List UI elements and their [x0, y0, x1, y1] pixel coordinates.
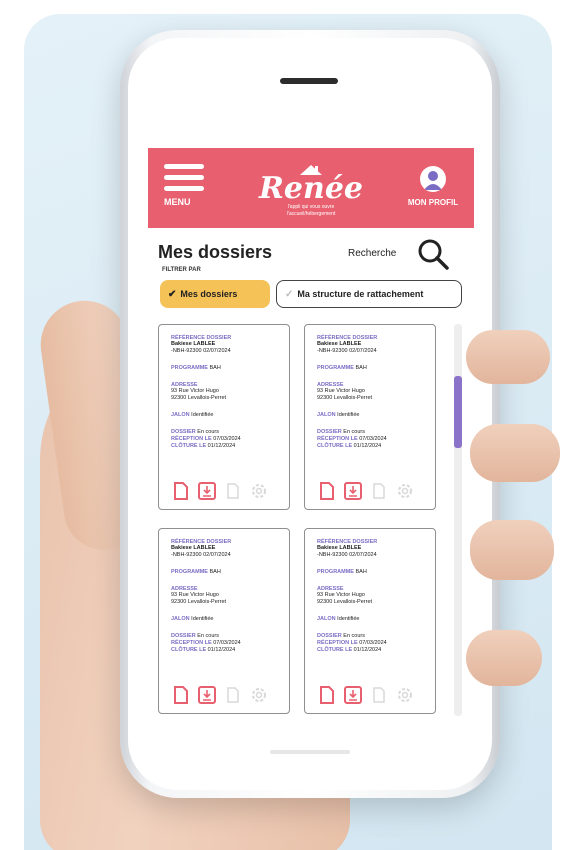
- house-icon: [298, 162, 324, 175]
- dossier-card[interactable]: RÉFÉRENCE DOSSIER Bakiese LABLEE -NBH-92…: [304, 528, 436, 714]
- card-ref: -NBH-92300 02/07/2024: [171, 552, 231, 558]
- download-icon[interactable]: [197, 481, 217, 501]
- card-address: ADRESSE 93 Rue Victor Hugo 92300 Levallo…: [317, 382, 373, 401]
- dossier-card[interactable]: RÉFÉRENCE DOSSIER Bakiese LABLEE -NBH-92…: [158, 528, 290, 714]
- hamburger-icon-bar: [164, 175, 204, 180]
- filter-label: FILTRER PAR: [162, 267, 201, 273]
- card-program: PROGRAMME BAH: [317, 569, 367, 575]
- check-icon: ✓: [285, 288, 294, 300]
- phone-frame: MENU Renée l'appli qui vous ouvre l'accu…: [120, 30, 500, 798]
- card-status: JALON Identifiée: [171, 616, 214, 622]
- settings-icon[interactable]: [249, 481, 269, 501]
- card-actions: [171, 481, 269, 501]
- card-address: ADRESSE 93 Rue Victor Hugo 92300 Levallo…: [317, 586, 373, 605]
- card-ref: -NBH-92300 02/07/2024: [317, 348, 377, 354]
- settings-icon[interactable]: [395, 685, 415, 705]
- card-status: JALON Identifiée: [317, 616, 360, 622]
- card-program: PROGRAMME BAH: [171, 365, 221, 371]
- menu-button[interactable]: MENU: [164, 164, 208, 216]
- app-screen: MENU Renée l'appli qui vous ouvre l'accu…: [148, 120, 474, 720]
- check-icon: ✔: [168, 288, 177, 300]
- search-label[interactable]: Recherche: [348, 248, 396, 259]
- document-icon[interactable]: [317, 481, 337, 501]
- home-indicator: [270, 750, 350, 754]
- card-dates: DOSSIER En cours RÉCEPTION LE 07/03/2024…: [317, 633, 387, 653]
- filter-chip-mes-dossiers[interactable]: ✔ Mes dossiers: [160, 280, 270, 308]
- card-dates: DOSSIER En cours RÉCEPTION LE 07/03/2024…: [171, 633, 241, 653]
- card-name: Bakiese LABLEE: [317, 341, 362, 347]
- page-title: Mes dossiers: [158, 242, 273, 262]
- card-address: ADRESSE 93 Rue Victor Hugo 92300 Levallo…: [171, 586, 227, 605]
- download-icon[interactable]: [343, 481, 363, 501]
- download-icon[interactable]: [343, 685, 363, 705]
- logo-tagline: l'accueil/hébergement: [286, 211, 336, 217]
- card-name: Bakiese LABLEE: [171, 341, 216, 347]
- hamburger-icon-bar: [164, 186, 204, 191]
- card-dates: DOSSIER En cours RÉCEPTION LE 07/03/2024…: [171, 429, 241, 449]
- card-address: ADRESSE 93 Rue Victor Hugo 92300 Levallo…: [171, 382, 227, 401]
- card-actions: [317, 481, 415, 501]
- card-actions: [317, 685, 415, 705]
- card-ref: -NBH-92300 02/07/2024: [171, 348, 231, 354]
- dossier-list[interactable]: RÉFÉRENCE DOSSIER Bakiese LABLEE -NBH-92…: [158, 324, 464, 720]
- document-icon[interactable]: [317, 685, 337, 705]
- settings-icon[interactable]: [395, 481, 415, 501]
- hamburger-icon: [164, 164, 204, 169]
- card-name: Bakiese LABLEE: [171, 545, 216, 551]
- file-icon[interactable]: [223, 481, 243, 501]
- profile-label: MON PROFIL: [407, 198, 459, 207]
- scrollbar-thumb[interactable]: [454, 376, 462, 448]
- app-header: MENU Renée l'appli qui vous ouvre l'accu…: [148, 148, 474, 228]
- card-program: PROGRAMME BAH: [317, 365, 367, 371]
- document-icon[interactable]: [171, 481, 191, 501]
- chip-label: Ma structure de rattachement: [297, 289, 424, 299]
- card-status: JALON Identifiée: [317, 412, 360, 418]
- search-icon[interactable]: [416, 238, 450, 270]
- settings-icon[interactable]: [249, 685, 269, 705]
- hand-finger: [470, 424, 560, 482]
- profile-button[interactable]: MON PROFIL: [402, 166, 464, 207]
- logo-title: Renée: [258, 171, 363, 206]
- hand-finger: [466, 330, 550, 384]
- filter-chip-structure[interactable]: ✓ Ma structure de rattachement: [276, 280, 462, 308]
- card-actions: [171, 685, 269, 705]
- card-dates: DOSSIER En cours RÉCEPTION LE 07/03/2024…: [317, 429, 387, 449]
- app-logo[interactable]: Renée l'appli qui vous ouvre l'accueil/h…: [248, 162, 374, 218]
- hand-finger: [466, 630, 542, 686]
- download-icon[interactable]: [197, 685, 217, 705]
- card-name: Bakiese LABLEE: [317, 545, 362, 551]
- dossier-card[interactable]: RÉFÉRENCE DOSSIER Bakiese LABLEE -NBH-92…: [158, 324, 290, 510]
- phone-speaker: [280, 78, 338, 84]
- chip-label: Mes dossiers: [180, 289, 238, 299]
- user-icon: [420, 166, 446, 192]
- file-icon[interactable]: [223, 685, 243, 705]
- document-icon[interactable]: [171, 685, 191, 705]
- menu-label: MENU: [164, 197, 191, 207]
- file-icon[interactable]: [369, 481, 389, 501]
- card-ref: -NBH-92300 02/07/2024: [317, 552, 377, 558]
- file-icon[interactable]: [369, 685, 389, 705]
- dossier-card[interactable]: RÉFÉRENCE DOSSIER Bakiese LABLEE -NBH-92…: [304, 324, 436, 510]
- card-program: PROGRAMME BAH: [171, 569, 221, 575]
- card-status: JALON Identifiée: [171, 412, 214, 418]
- hand-finger: [470, 520, 554, 580]
